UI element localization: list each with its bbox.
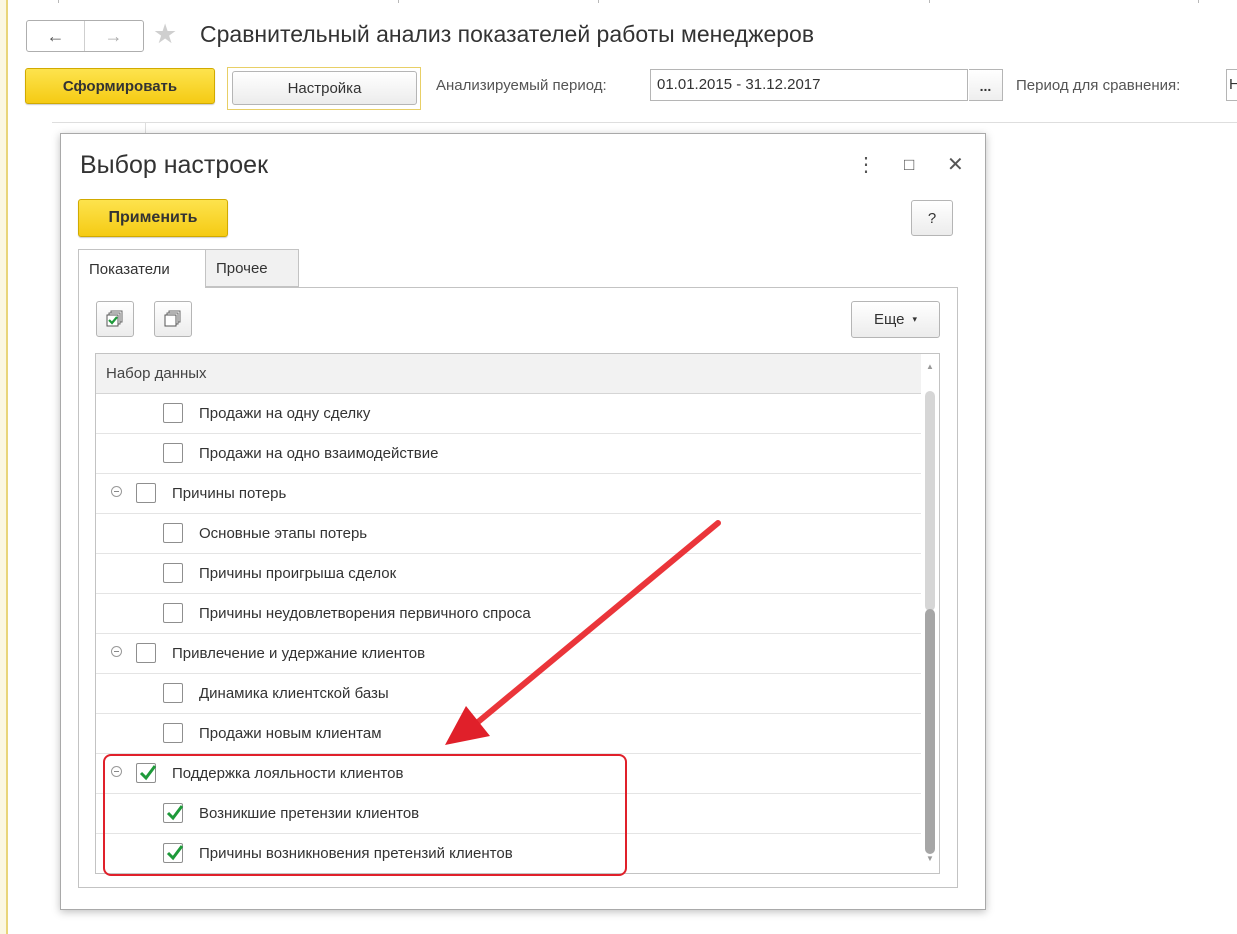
navigation-buttons: ← →: [26, 20, 144, 52]
scroll-up-icon[interactable]: ▲: [926, 362, 934, 371]
table-header: Набор данных: [96, 354, 921, 394]
more-button[interactable]: Еще ▾: [851, 301, 940, 338]
back-button[interactable]: ←: [27, 21, 84, 51]
table-row[interactable]: Причины проигрыша сделок: [96, 554, 921, 594]
apply-button[interactable]: Применить: [78, 199, 228, 237]
period-input[interactable]: 01.01.2015 - 31.12.2017: [650, 69, 968, 101]
help-button[interactable]: ?: [911, 200, 953, 236]
row-label: Продажи на одну сделку: [199, 405, 371, 422]
row-checkbox[interactable]: [163, 403, 183, 423]
table-row[interactable]: Причины потерь: [96, 474, 921, 514]
check-all-icon: [106, 310, 123, 327]
menu-icon[interactable]: ⋮: [856, 152, 876, 177]
table-row[interactable]: Продажи на одну сделку: [96, 394, 921, 434]
scrollbar-thumb: [925, 391, 935, 611]
row-checkbox[interactable]: [163, 723, 183, 743]
row-checkbox[interactable]: [163, 603, 183, 623]
scrollbar-thumb[interactable]: [925, 609, 935, 854]
row-checkbox[interactable]: [136, 483, 156, 503]
generate-button[interactable]: Сформировать: [25, 68, 215, 104]
row-label: Причины потерь: [172, 485, 287, 502]
table-row[interactable]: Динамика клиентской базы: [96, 674, 921, 714]
period-label: Анализируемый период:: [436, 77, 607, 94]
row-checkbox[interactable]: [163, 683, 183, 703]
row-label: Привлечение и удержание клиентов: [172, 645, 426, 662]
settings-button-focus: Настройка: [227, 67, 421, 110]
dialog-title: Выбор настроек: [80, 151, 269, 179]
top-tab-edges: [0, 0, 1237, 3]
maximize-icon[interactable]: □: [904, 155, 914, 175]
page-title: Сравнительный анализ показателей работы …: [200, 21, 815, 47]
arrow-right-icon: →: [104, 25, 123, 46]
collapse-icon[interactable]: [111, 646, 122, 657]
row-label: Продажи на одно взаимодействие: [199, 445, 439, 462]
scroll-down-icon[interactable]: ▼: [926, 854, 934, 863]
row-label: Причины проигрыша сделок: [199, 565, 397, 582]
forward-button[interactable]: →: [84, 21, 142, 51]
tab-other[interactable]: Прочее: [206, 249, 299, 287]
check-all-button[interactable]: [96, 301, 134, 337]
favorite-star-icon[interactable]: ★: [153, 19, 177, 49]
left-panel-strip: [0, 0, 8, 934]
compare-period-input[interactable]: Н: [1226, 69, 1237, 101]
table-row[interactable]: Привлечение и удержание клиентов: [96, 634, 921, 674]
arrow-left-icon: ←: [46, 25, 65, 46]
more-label: Еще: [873, 311, 905, 328]
table-row[interactable]: Причины неудовлетворения первичного спро…: [96, 594, 921, 634]
table-row[interactable]: Продажи новым клиентам: [96, 714, 921, 754]
row-checkbox[interactable]: [163, 563, 183, 583]
period-picker-button[interactable]: ...: [969, 69, 1003, 101]
row-label: Причины неудовлетворения первичного спро…: [199, 605, 531, 622]
table-row[interactable]: Основные этапы потерь: [96, 514, 921, 554]
settings-button[interactable]: Настройка: [232, 71, 417, 105]
row-label: Динамика клиентской базы: [199, 685, 389, 702]
row-checkbox[interactable]: [163, 443, 183, 463]
row-checkbox[interactable]: [163, 523, 183, 543]
scrollbar[interactable]: ▲ ▼: [921, 354, 939, 873]
chevron-down-icon: ▾: [912, 314, 918, 324]
table-row[interactable]: Продажи на одно взаимодействие: [96, 434, 921, 474]
row-checkbox[interactable]: [136, 643, 156, 663]
annotation-highlight-box: [103, 754, 627, 876]
row-label: Продажи новым клиентам: [199, 725, 382, 742]
close-icon[interactable]: ✕: [947, 152, 964, 177]
uncheck-all-icon: [164, 310, 181, 327]
row-label: Основные этапы потерь: [199, 525, 368, 542]
compare-period-label: Период для сравнения:: [1016, 77, 1181, 94]
tab-indicators[interactable]: Показатели: [78, 249, 206, 288]
uncheck-all-button[interactable]: [154, 301, 192, 337]
collapse-icon[interactable]: [111, 486, 122, 497]
divider: [52, 122, 1237, 123]
